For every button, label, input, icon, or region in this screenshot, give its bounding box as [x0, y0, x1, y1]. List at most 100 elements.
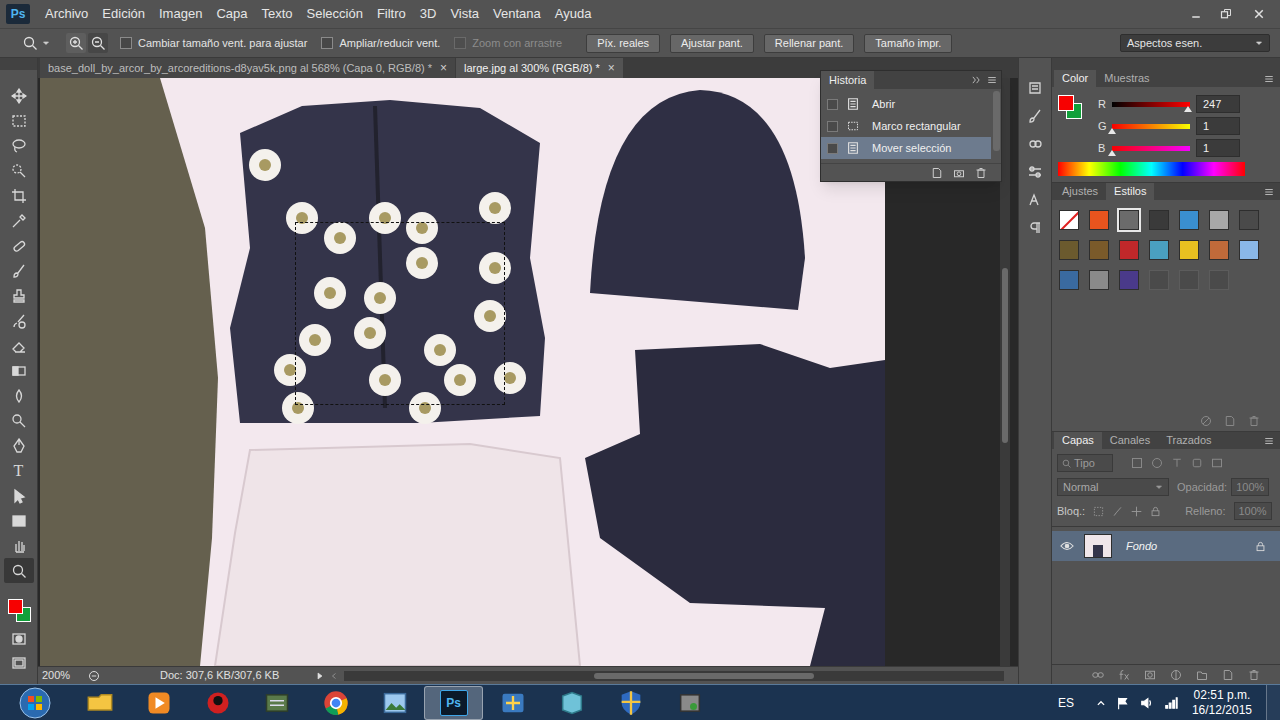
option-button[interactable]: Píx. reales: [586, 34, 660, 53]
tab-close[interactable]: ×: [608, 59, 615, 77]
panel-menu-icon[interactable]: [1264, 187, 1274, 197]
filter-type-icon[interactable]: [1171, 457, 1183, 469]
windows-logo-icon[interactable]: [19, 687, 51, 719]
channel-track[interactable]: [1112, 124, 1190, 129]
history-icon[interactable]: [1027, 80, 1043, 96]
history-item[interactable]: Mover selección: [821, 137, 991, 159]
option-checkbox[interactable]: Cambiar tamaño vent. para ajustar: [120, 35, 307, 52]
clear-style-icon[interactable]: [1200, 415, 1212, 427]
style-swatch[interactable]: [1174, 235, 1204, 265]
zoom-out-icon[interactable]: [88, 33, 108, 53]
camera-icon[interactable]: [953, 167, 965, 179]
quick-mask-icon[interactable]: [11, 631, 27, 647]
clock[interactable]: 02:51 p.m.16/12/2015: [1188, 688, 1256, 718]
taskbar-app[interactable]: [365, 686, 424, 720]
blend-mode-dropdown[interactable]: Normal: [1057, 478, 1169, 497]
style-swatch[interactable]: [1054, 205, 1084, 235]
zoom-level[interactable]: 200%: [38, 667, 88, 684]
tool-button[interactable]: [4, 233, 34, 258]
trash-icon[interactable]: [1248, 669, 1260, 681]
workspace-dropdown[interactable]: Aspectos esen.: [1120, 34, 1270, 53]
language-indicator[interactable]: ES: [1058, 694, 1074, 712]
history-scroll-thumb[interactable]: [993, 91, 1000, 151]
tab-close[interactable]: ×: [440, 59, 447, 77]
menu-item[interactable]: Filtro: [370, 4, 413, 24]
panel-menu-icon[interactable]: [1264, 436, 1274, 446]
tool-button[interactable]: [4, 383, 34, 408]
paragraph-icon[interactable]: [1027, 220, 1043, 236]
tool-button[interactable]: [4, 483, 34, 508]
taskbar-app[interactable]: [660, 686, 719, 720]
new-style-icon[interactable]: [1224, 415, 1236, 427]
panel-tab[interactable]: Capas: [1054, 432, 1102, 449]
tool-button[interactable]: [4, 533, 34, 558]
horizontal-scrollbar[interactable]: [344, 671, 1004, 681]
brush-panel-icon[interactable]: [1027, 108, 1043, 124]
mask-icon[interactable]: [1144, 669, 1156, 681]
style-swatch[interactable]: [1204, 205, 1234, 235]
filter-adjust-icon[interactable]: [1151, 457, 1163, 469]
panel-tab[interactable]: Muestras: [1096, 70, 1157, 87]
document-tab[interactable]: base_doll_by_arcor_by_arcoreditions-d8ya…: [40, 58, 455, 78]
style-swatch[interactable]: [1084, 235, 1114, 265]
menu-item[interactable]: Imagen: [152, 4, 209, 24]
menu-item[interactable]: 3D: [413, 4, 444, 24]
close-icon[interactable]: [1242, 4, 1276, 24]
channel-marker[interactable]: [1184, 106, 1192, 112]
taskbar-app[interactable]: [483, 686, 542, 720]
style-swatch[interactable]: [1144, 235, 1174, 265]
dropdown-arrow-icon[interactable]: [42, 39, 50, 47]
tool-button[interactable]: [4, 283, 34, 308]
channel-value[interactable]: 247: [1196, 95, 1240, 114]
adjust-icon[interactable]: [1027, 164, 1043, 180]
history-source-box[interactable]: [827, 99, 838, 110]
clone-source-icon[interactable]: [1027, 136, 1043, 152]
scroll-thumb[interactable]: [594, 673, 814, 679]
tool-button[interactable]: [4, 333, 34, 358]
fx-icon[interactable]: [1118, 669, 1130, 681]
menu-item[interactable]: Archivo: [38, 4, 95, 24]
panel-menu-icon[interactable]: [987, 75, 997, 85]
lock-all-icon[interactable]: [1150, 506, 1161, 517]
tool-button[interactable]: [4, 558, 34, 583]
history-source-box[interactable]: [827, 121, 838, 132]
trash-icon[interactable]: [975, 167, 987, 179]
menu-item[interactable]: Edición: [95, 4, 152, 24]
option-button[interactable]: Ajustar pant.: [670, 34, 754, 53]
layer-row[interactable]: Fondo: [1052, 531, 1280, 561]
style-swatch[interactable]: [1084, 205, 1114, 235]
foreground-color[interactable]: [1058, 95, 1074, 111]
style-swatch[interactable]: [1174, 265, 1204, 295]
style-swatch[interactable]: [1174, 205, 1204, 235]
channel-value[interactable]: 1: [1196, 139, 1240, 158]
lock-paint-icon[interactable]: [1112, 506, 1123, 517]
panel-tab[interactable]: Estilos: [1106, 183, 1154, 200]
show-desktop-button[interactable]: [1266, 685, 1280, 720]
share-icon[interactable]: [88, 670, 100, 682]
new-document-icon[interactable]: [931, 167, 943, 179]
style-swatch[interactable]: [1204, 235, 1234, 265]
style-swatch[interactable]: [1204, 265, 1234, 295]
taskbar-app[interactable]: [188, 686, 247, 720]
channel-track[interactable]: [1112, 146, 1190, 151]
lock-pixels-icon[interactable]: [1093, 506, 1104, 517]
style-swatch[interactable]: [1144, 205, 1174, 235]
history-item[interactable]: Abrir: [821, 93, 991, 115]
tool-button[interactable]: [4, 258, 34, 283]
option-button[interactable]: Tamaño impr.: [864, 34, 952, 53]
tool-button[interactable]: [4, 183, 34, 208]
minimize-icon[interactable]: [1182, 4, 1210, 24]
tool-button[interactable]: [4, 508, 34, 533]
style-swatch[interactable]: [1144, 265, 1174, 295]
tool-button[interactable]: [4, 408, 34, 433]
network-icon[interactable]: [1164, 696, 1178, 710]
taskbar-app[interactable]: Ps: [424, 686, 483, 720]
restore-icon[interactable]: [1212, 4, 1240, 24]
style-swatch[interactable]: [1114, 235, 1144, 265]
menu-item[interactable]: Vista: [443, 4, 486, 24]
history-source-box[interactable]: [827, 143, 838, 154]
filter-pixel-icon[interactable]: [1131, 457, 1143, 469]
taskbar-app[interactable]: [306, 686, 365, 720]
menu-item[interactable]: Texto: [254, 4, 299, 24]
style-swatch[interactable]: [1234, 235, 1264, 265]
